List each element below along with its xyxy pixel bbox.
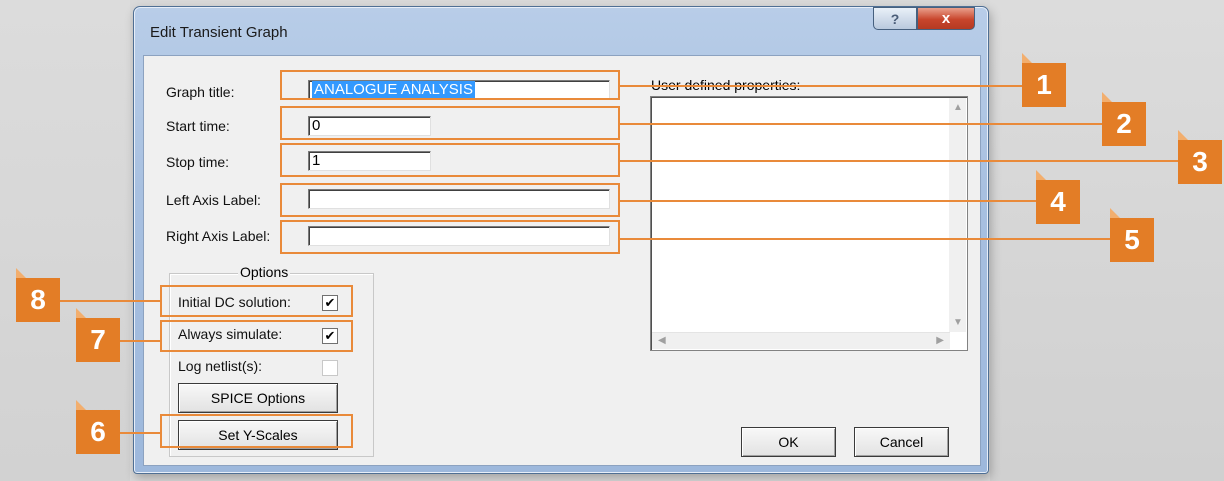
graph-title-value: ANALOGUE ANALYSIS: [312, 81, 475, 98]
start-time-label: Start time:: [166, 118, 230, 134]
dialog-window: Edit Transient Graph ? x Graph title: AN…: [133, 6, 989, 474]
set-y-scales-button[interactable]: Set Y-Scales: [178, 420, 338, 450]
callout-badge-2: 2: [1102, 92, 1146, 146]
vertical-scrollbar[interactable]: ▲ ▼: [949, 98, 966, 332]
log-netlist-checkbox[interactable]: [322, 360, 338, 376]
callout-line-2: [620, 123, 1102, 125]
callout-line-8: [60, 300, 160, 302]
callout-line-6: [120, 432, 160, 434]
user-defined-properties-textarea[interactable]: ▲ ▼ ◀ ▶: [650, 96, 968, 351]
callout-line-3: [620, 160, 1178, 162]
callout-badge-6: 6: [76, 400, 120, 454]
cancel-button[interactable]: Cancel: [854, 427, 949, 457]
callout-badge-1: 1: [1022, 53, 1066, 107]
callout-badge-7: 7: [76, 308, 120, 362]
callout-badge-4: 4: [1036, 170, 1080, 224]
callout-line-5: [620, 238, 1110, 240]
window-title: Edit Transient Graph: [150, 24, 288, 41]
callout-line-1: [620, 85, 1022, 87]
spice-options-button[interactable]: SPICE Options: [178, 383, 338, 413]
scroll-up-icon[interactable]: ▲: [953, 102, 963, 113]
ok-button[interactable]: OK: [741, 427, 836, 457]
options-legend: Options: [238, 264, 291, 280]
dialog-body: Graph title: ANALOGUE ANALYSIS Start tim…: [143, 55, 981, 466]
start-time-input[interactable]: 0: [308, 116, 431, 136]
always-simulate-checkbox[interactable]: ✔: [322, 328, 338, 344]
right-axis-label-label: Right Axis Label:: [166, 228, 271, 244]
background-left: [0, 0, 130, 481]
callout-line-7: [120, 340, 160, 342]
horizontal-scrollbar[interactable]: ◀ ▶: [652, 332, 950, 349]
scroll-down-icon[interactable]: ▼: [953, 317, 963, 328]
stop-time-input[interactable]: 1: [308, 151, 431, 171]
scroll-left-icon[interactable]: ◀: [658, 335, 666, 346]
graph-title-label: Graph title:: [166, 84, 235, 100]
help-icon: ?: [890, 10, 900, 27]
graph-title-input[interactable]: ANALOGUE ANALYSIS: [308, 80, 610, 100]
stop-time-label: Stop time:: [166, 154, 230, 170]
callout-badge-3: 3: [1178, 130, 1222, 184]
callout-line-4: [620, 200, 1036, 202]
scroll-right-icon[interactable]: ▶: [936, 335, 944, 346]
left-axis-label-input[interactable]: [308, 189, 610, 209]
close-button[interactable]: x: [917, 7, 975, 30]
left-axis-label-label: Left Axis Label:: [166, 192, 261, 208]
initial-dc-checkbox[interactable]: ✔: [322, 295, 338, 311]
log-netlist-label: Log netlist(s):: [178, 358, 263, 374]
close-icon: x: [941, 10, 951, 27]
right-axis-label-input[interactable]: [308, 226, 610, 246]
callout-badge-8: 8: [16, 268, 60, 322]
callout-badge-5: 5: [1110, 208, 1154, 262]
always-simulate-label: Always simulate:: [178, 326, 283, 342]
initial-dc-label: Initial DC solution:: [178, 294, 291, 310]
help-button[interactable]: ?: [873, 7, 917, 30]
